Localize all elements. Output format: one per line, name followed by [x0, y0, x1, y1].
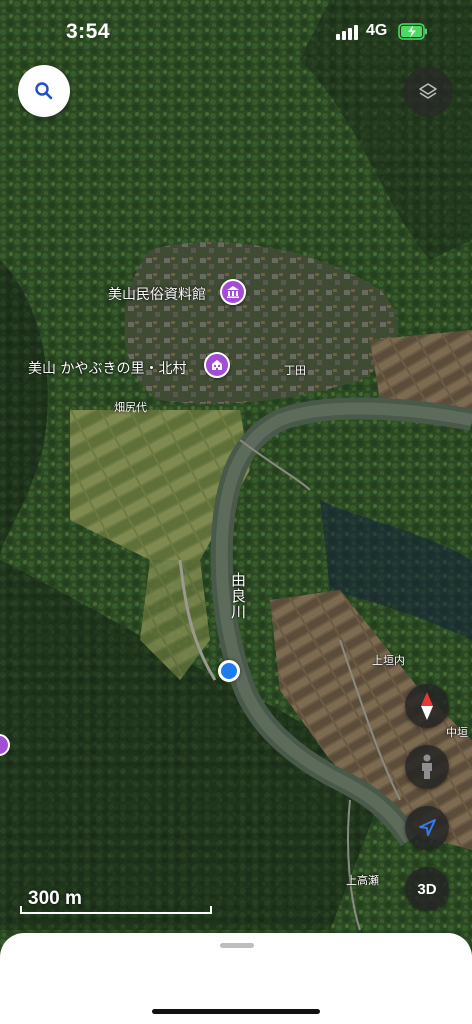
view-3d-button[interactable]: 3D [405, 867, 449, 911]
search-button[interactable] [18, 65, 70, 117]
user-location-dot[interactable] [218, 660, 240, 682]
map-layers-button[interactable] [403, 67, 453, 117]
place-label-nakagaki: 中垣 [446, 726, 468, 739]
bottom-sheet[interactable] [0, 933, 472, 1024]
place-label-hatajiroshiro: 畑尻代 [114, 401, 147, 414]
battery-charging-icon [398, 23, 427, 40]
compass-icon [421, 692, 433, 720]
person-icon [422, 754, 432, 779]
sheet-grabber[interactable] [220, 943, 254, 948]
status-time: 3:54 [66, 20, 111, 43]
home-indicator [152, 1009, 320, 1014]
network-type: 4G [366, 22, 388, 39]
status-bar: 3:54 4G [0, 0, 472, 56]
place-label-kamitakase: 上高瀬 [346, 874, 379, 887]
museum-icon [227, 286, 239, 298]
poi-marker-museum[interactable] [220, 279, 246, 305]
map-screen: 3:54 4G 美山民俗資料館 美山 かやぶきの里・北村 丁田 畑尻代 上垣内 … [0, 0, 472, 1024]
poi-label-museum[interactable]: 美山民俗資料館 [108, 284, 206, 304]
scale-line [20, 906, 212, 914]
compass-button[interactable] [405, 684, 449, 728]
poi-label-village[interactable]: 美山 かやぶきの里・北村 [28, 358, 186, 378]
locate-button[interactable] [405, 806, 449, 850]
layers-icon [419, 83, 437, 99]
poi-marker-village[interactable] [204, 352, 230, 378]
search-icon [35, 82, 53, 100]
scale-bar: 300 m [20, 886, 212, 914]
look-around-button[interactable] [405, 745, 449, 789]
signal-icon [336, 24, 360, 40]
satellite-map[interactable] [0, 0, 472, 1024]
river-label: 由良川 [229, 572, 247, 620]
place-label-choda: 丁田 [284, 364, 306, 377]
building-icon [212, 360, 222, 370]
location-arrow-icon [419, 819, 436, 836]
place-label-kamigakiuchi: 上垣内 [372, 654, 405, 667]
